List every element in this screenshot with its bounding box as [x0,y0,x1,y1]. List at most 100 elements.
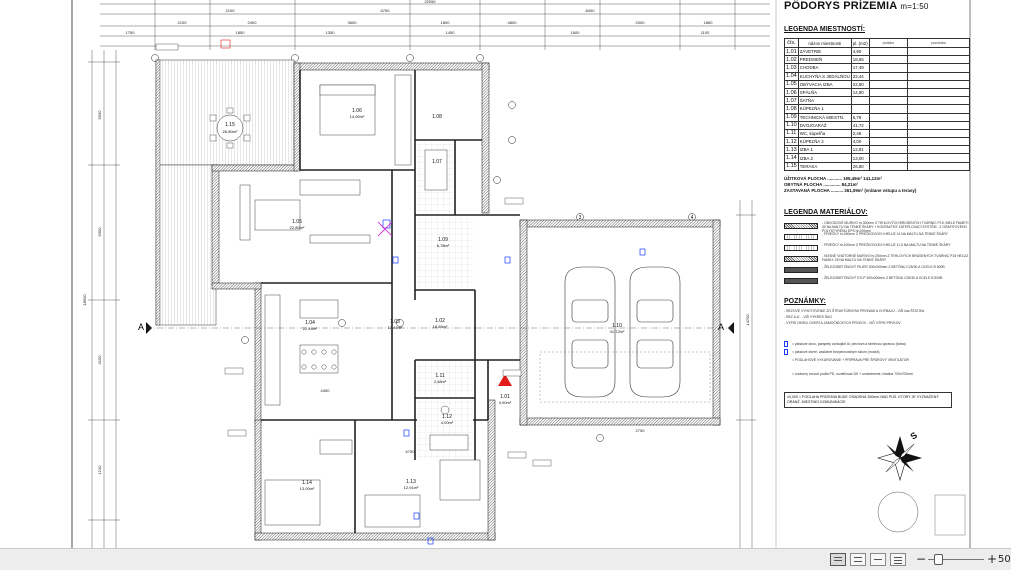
room-area-cell: 4,90 [850,46,870,57]
room-area-cell: 17,49 [850,63,870,73]
dim-left-c: 4150 [97,355,102,365]
room-name-cell: OBÝVACIA IZBA [797,79,852,89]
dim-top-row2-a: 2100 [178,20,188,25]
dim-top-row1-b: 6750 [381,8,391,13]
room-area-cell: 26,80 [850,161,870,171]
room-num-cell: 1.05 [784,79,799,89]
room-name-cell: TECHNICKÁ MIESTN. [797,112,852,122]
material-legend-row: - OBVODOVÉ MURIVO hr.300mm Z TEHLOVÝCH B… [784,221,974,233]
room-name-cell: PREDSIEŇ [797,55,852,65]
dim-right-total: 14700 [745,314,750,326]
room-area-cell: 22,80 [850,79,870,89]
room-area-1-02: 18,65m² [433,324,448,329]
zoom-slider-thumb[interactable] [933,554,943,565]
drawing-viewport[interactable]: 22050 2100 6750 8400 2100 2400 3600 1800… [0,0,1011,548]
room-floor-cell [868,71,908,81]
reading-view-button[interactable] [850,553,866,566]
room-area-1-11: 2,48m² [434,379,447,384]
window-symbol-icon [784,341,788,347]
room-floor-cell [868,128,908,139]
dim-top-row2-e: 4800 [508,20,518,25]
room-area-1-05: 22,80m² [290,225,305,230]
material-legend-row: - PRIEČKY hr.150mm Z PREČKOVKÍCH HELUZ 1… [784,232,974,242]
room-note-cell [906,145,971,155]
section-marker-right: A [718,322,724,332]
room-area-cell [850,96,870,106]
room-note-cell [906,71,971,81]
room-area-1-03: 17,49m² [388,325,403,330]
room-table-row: 1.11 WC, kúpeľňa 2,48 [784,128,971,139]
room-floor-cell [868,87,908,98]
room-name-cell: WC, kúpeľňa [797,128,852,139]
dim-top-row3-b: 1850 [236,30,246,35]
room-note-cell [906,153,971,163]
note-line: - REZOVÉ VYHOTOVENIE ZO ŠTRUKTÚRNYMI PRV… [784,309,925,313]
room-area-cell: 18,65 [850,55,870,65]
book-view-button[interactable] [890,553,906,566]
material-description: - ŽELEZOBETÓNOVÝ PILIER 300x300mm Z BETÓ… [822,265,945,269]
heating-manifold-marker [377,221,393,237]
dim-left-d: 1210 [97,465,102,475]
room-num-cell: 1.15 [784,161,799,171]
right-dimension-lines [736,200,756,548]
note-line: - REZ A-A´ - VIĎ VÝKRES ŠAO [784,315,832,319]
legend-icon-text: = PODLAHOVÉ VYKUROVANIE + PRÍPRAVA PRE Š… [792,358,909,362]
room-name-cell: KÚPEĽŇA 1 [797,104,852,114]
room-area-1-10: 41,72m² [610,329,625,334]
dim-top-row3-a: 1750 [126,30,136,35]
section-tag-marker [220,39,231,49]
room-area-cell [850,104,870,114]
room-floor-cell [868,137,908,147]
room-area-cell: 2,48 [850,128,870,139]
zoom-level[interactable]: 50 [998,554,1011,565]
room-num-cell: 1.11 [784,128,799,139]
room-area-cell: 22,44 [850,71,870,81]
room-num-cell: 1.04 [784,71,799,81]
room-table-row: 1.13 IZBA 1 12,91 [784,145,971,155]
room-note-cell [906,128,971,139]
room-label-1-07: 1.07 [432,159,442,165]
summary-usable-area: ÚŽITKOVÁ PLOCHA ............ 195,49m² 14… [784,176,882,181]
normal-view-button[interactable] [830,553,846,566]
room-name-cell: ZÁVETRIE [797,46,852,57]
dim-top-row2-d: 1800 [441,20,451,25]
dim-left-total: 18900 [82,294,87,306]
multi-page-view-button[interactable] [870,553,886,566]
dim-top-row2-f: 2000 [636,20,646,25]
room-table-row: 1.15 TERASA 26,80 [784,161,971,171]
section-marker-left: A [138,322,144,332]
material-description: - PRIEČKY hr.150mm Z PREČKOVKÍCH HELUZ 1… [822,232,948,236]
material-description: - PRIEČKY hr.100mm Z PREČKOVKÍCH HELUZ 1… [822,243,951,247]
room-table-header: názov miestnosti [797,38,852,48]
room-table-row: 1.12 KÚPEĽŇA 2 4,00 [784,137,971,147]
room-note-cell [906,104,971,114]
material-swatch [784,256,818,262]
room-note-cell [906,161,971,171]
room-table-row: 1.01 ZÁVETRIE 4,90 [784,46,971,57]
dim-top-row3-c: 1350 [326,30,336,35]
dim-left-b: 6300 [97,227,102,237]
zoom-out-button[interactable]: − [915,552,927,566]
room-note-cell [906,137,971,147]
room-note-cell [906,79,971,89]
material-swatch [784,223,818,229]
status-bar: − + 50 [0,548,1011,570]
room-num-cell: 1.07 [784,96,799,106]
room-floor-cell [868,55,908,65]
room-table-row: 1.07 ŠATŇA [784,96,971,106]
material-legend-row: - ŽELEZOBETÓNOVÝ STĹP 300x300mm Z BETÓNU… [784,276,974,286]
zoom-in-button[interactable]: + [987,552,997,566]
note-line: - VÝPIS OKIEN, DVERÍ A ZÁMOČNÍCKYCH PRVK… [784,321,901,325]
material-legend-row: - NOSNÉ VNÚTORNÉ MURIVO hr.250mm Z TEHLO… [784,254,974,264]
room-num-cell: 1.10 [784,120,799,130]
room-table-row: 1.03 CHODBA 17,49 [784,63,971,73]
room-note-cell [906,96,971,106]
room-note-cell [906,63,971,73]
room-num-cell: 1.08 [784,104,799,114]
room-table-header: podlaha [868,38,908,48]
level-note-box: ±0,000 = PODLAHA PRÍZEMIA BUDE OSADENÁ 3… [784,392,952,408]
sheet-title: PÔDORYS PRÍZEMIA m=1:50 [784,0,929,12]
room-area-cell: 14,90 [850,87,870,98]
technical-room-floor [417,217,473,288]
room-area-cell: 41,72 [850,120,870,130]
